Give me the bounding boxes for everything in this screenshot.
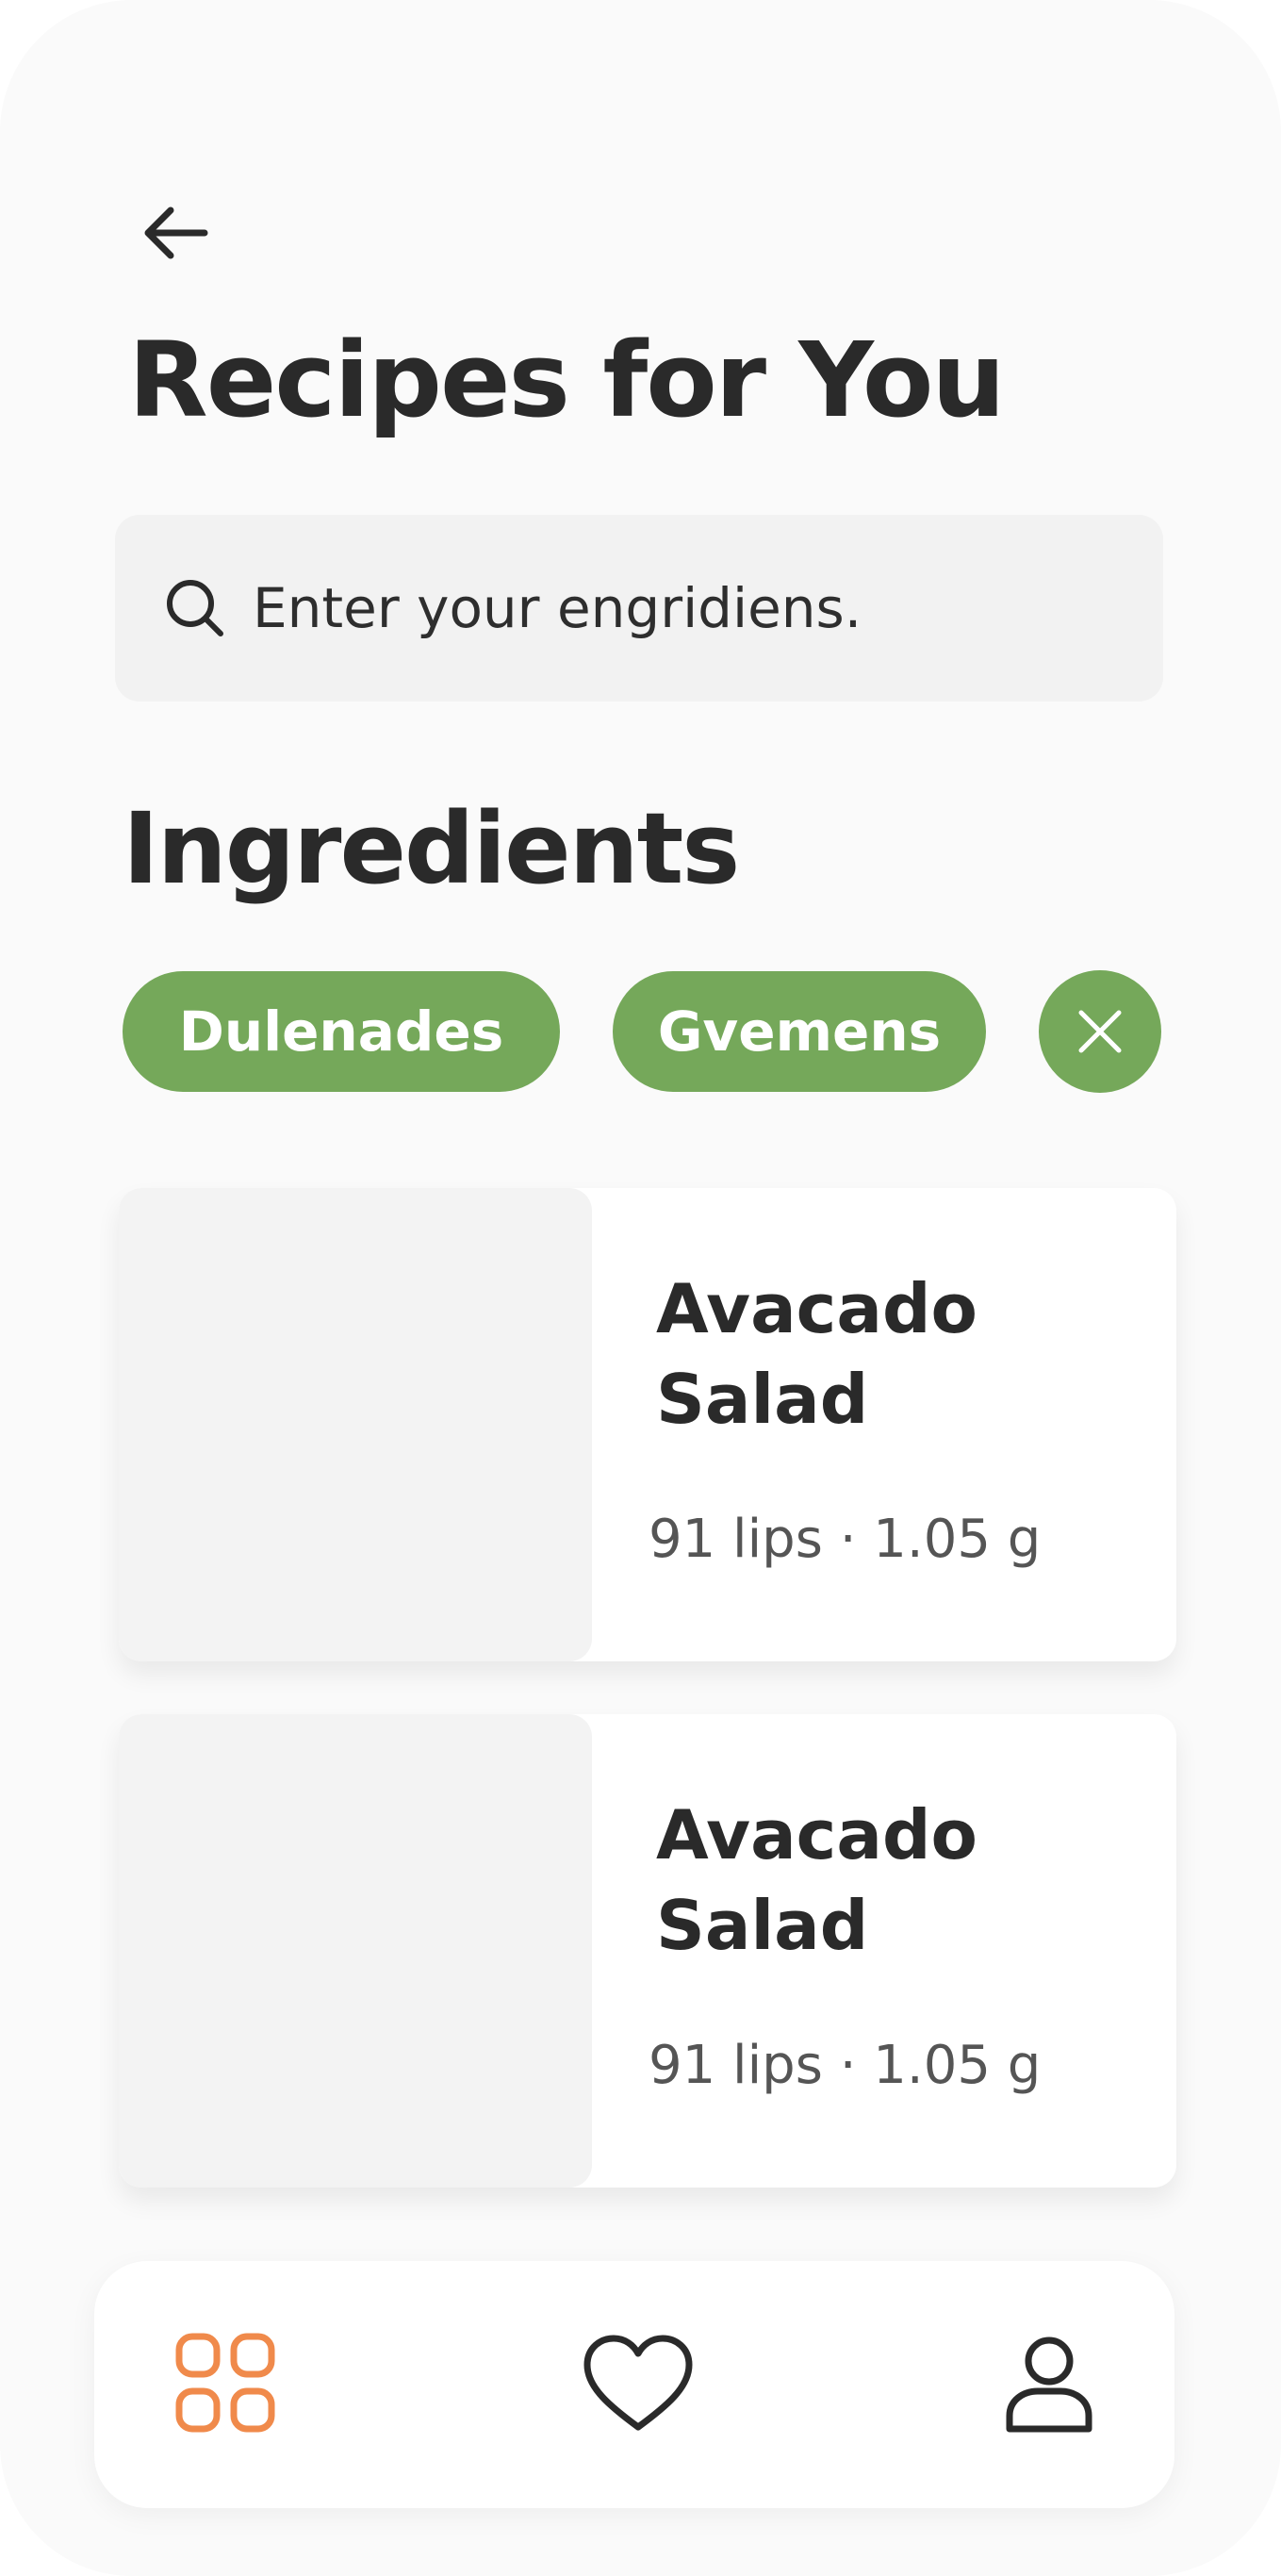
nav-home-button[interactable]	[156, 2314, 298, 2455]
recipe-image	[119, 1188, 592, 1661]
ingredient-chip[interactable]: Gvemens	[613, 971, 986, 1092]
back-button[interactable]	[132, 189, 221, 277]
recipe-card[interactable]: Avacado Salad 91 lips · 1.05 g	[119, 1714, 1176, 2188]
recipe-image	[119, 1714, 592, 2188]
recipe-meta: 91 lips · 1.05 g	[649, 1509, 1042, 1570]
search-input[interactable]	[253, 576, 1101, 640]
recipe-card[interactable]: Avacado Salad 91 lips · 1.05 g	[119, 1188, 1176, 1661]
recipe-title: Avacado Salad	[656, 1795, 977, 1965]
ingredients-heading: Ingredients	[123, 791, 740, 906]
search-icon	[160, 573, 230, 643]
recipe-meta: 91 lips · 1.05 g	[649, 2035, 1042, 2096]
search-bar[interactable]	[115, 515, 1163, 702]
ingredient-chip[interactable]: Dulenades	[123, 971, 560, 1092]
heart-icon	[583, 2335, 693, 2431]
ingredient-chip-label: Gvemens	[657, 999, 942, 1064]
app-screen: Recipes for You Ingredients Dulenades Gv…	[0, 0, 1281, 2576]
close-icon	[1078, 1010, 1122, 1053]
page-title: Recipes for You	[128, 320, 1006, 440]
ingredient-chip-label: Dulenades	[178, 999, 504, 1064]
nav-favorites-button[interactable]	[567, 2314, 709, 2455]
user-icon	[1006, 2337, 1092, 2433]
clear-ingredients-button[interactable]	[1039, 970, 1161, 1093]
bottom-nav	[94, 2261, 1174, 2508]
arrow-left-icon	[144, 206, 208, 259]
grid-icon	[175, 2333, 275, 2433]
nav-profile-button[interactable]	[978, 2314, 1120, 2455]
recipe-title: Avacado Salad	[656, 1269, 977, 1439]
